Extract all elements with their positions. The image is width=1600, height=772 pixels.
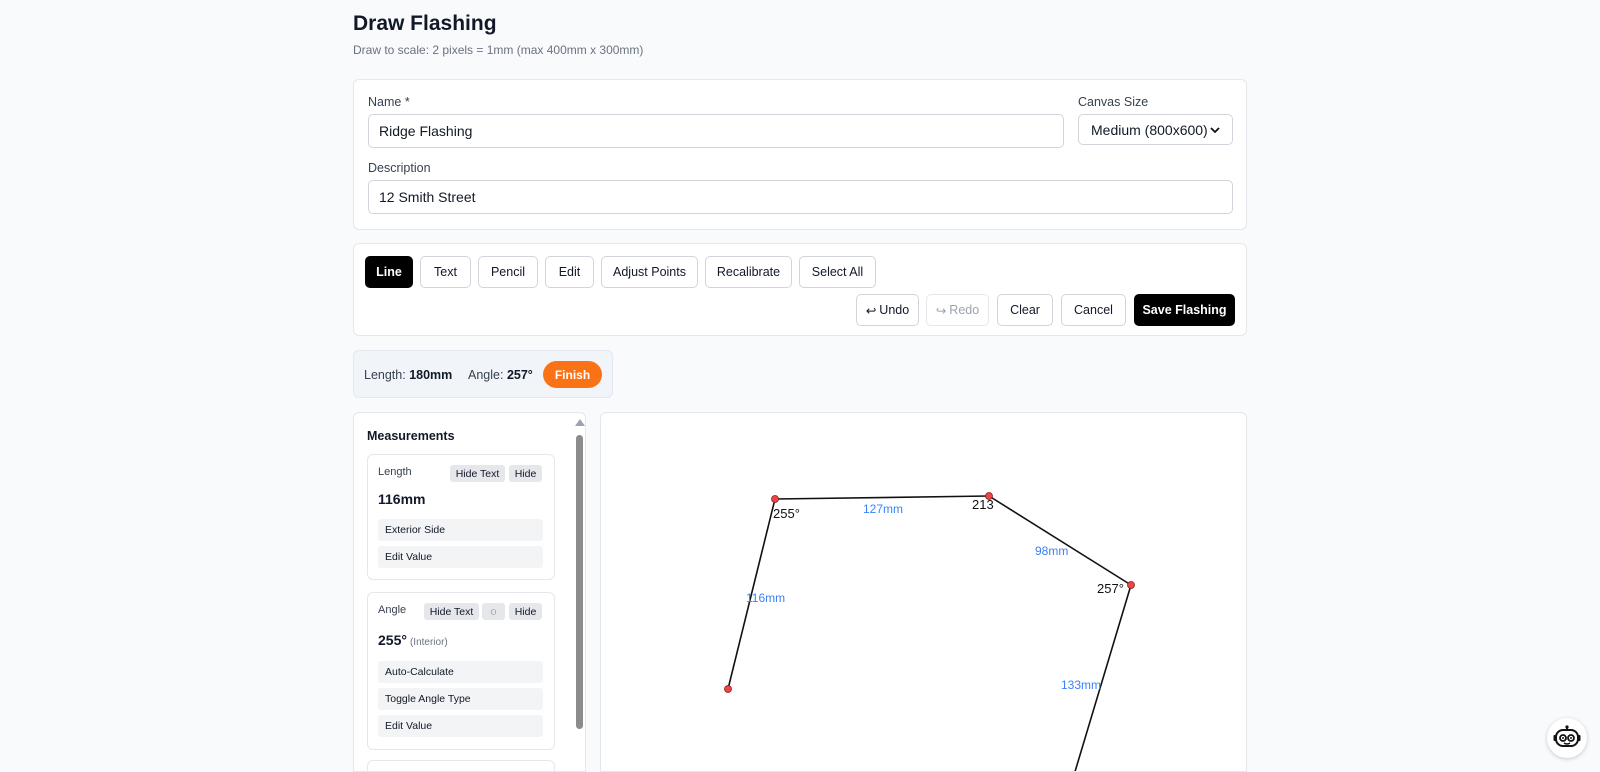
line-points [724,492,1135,693]
segment-3-label[interactable]: 98mm [1035,544,1068,558]
cancel-button[interactable]: Cancel [1061,294,1126,326]
name-label: Name * [368,95,410,109]
angle-labels: 255° 213 257° [773,497,1124,596]
segment-2-label[interactable]: 127mm [863,502,903,516]
measurements-panel: Measurements Length Hide Text Hide 116mm… [353,412,586,772]
description-label: Description [368,161,431,175]
undo-button[interactable]: ↩ Undo [856,294,919,326]
point-1[interactable] [724,685,732,693]
point-4[interactable] [1127,581,1135,589]
undo-label: Undo [879,303,910,317]
point-2[interactable] [771,495,779,503]
redo-icon: ↪ [935,303,947,318]
angle-card-value: 255° [378,632,407,648]
drawing-svg[interactable]: 116mm 127mm 98mm 133mm 255° 213 257° [601,413,1247,772]
angle-hide-text-button[interactable]: Hide Text [424,603,479,620]
angle-status-label: Angle: [468,368,504,382]
redo-label: Redo [949,303,980,317]
segment-4-label[interactable]: 133mm [1061,678,1101,692]
segment-3[interactable] [988,495,1132,586]
exterior-side-button[interactable]: Exterior Side [378,519,543,541]
length-edit-value-button[interactable]: Edit Value [378,546,543,568]
name-input[interactable] [368,114,1064,148]
drawing-canvas[interactable]: 116mm 127mm 98mm 133mm 255° 213 257° [600,412,1247,772]
toolbar-card: Line Text Pencil Edit Adjust Points Reca… [353,243,1247,336]
assistant-bot-button[interactable] [1547,718,1587,758]
canvas-size-value: Medium (800x600) [1091,121,1208,138]
auto-calculate-button[interactable]: Auto-Calculate [378,661,543,683]
page-subtitle: Draw to scale: 2 pixels = 1mm (max 400mm… [353,43,644,57]
page-title: Draw Flashing [353,12,497,35]
tool-select-all-button[interactable]: Select All [799,256,876,288]
canvas-size-select[interactable]: Medium (800x600) [1078,114,1233,145]
finish-button[interactable]: Finish [543,361,602,388]
angle-card-type: (Interior) [409,637,448,648]
angle-card-label: Angle [378,604,407,616]
length-status-value: 180mm [409,368,453,382]
tool-text-button[interactable]: Text [420,256,471,288]
segment-2[interactable] [774,495,990,500]
angle-2-label[interactable]: 213 [972,497,994,512]
angle-card-value-wrap: 255° (Interior) [378,632,448,648]
angle-1-label[interactable]: 255° [773,506,800,521]
length-measurement-card: Length Hide Text Hide 116mm Exterior Sid… [367,454,555,580]
angle-status-value: 257° [506,368,533,382]
tool-pencil-button[interactable]: Pencil [478,256,538,288]
length-labels: 116mm 127mm 98mm 133mm [746,502,1101,692]
length-hide-button[interactable]: Hide [509,465,542,482]
length-status: Length: 180mm [364,368,452,382]
tool-edit-button[interactable]: Edit [545,256,594,288]
line-status-bar: Length: 180mm Angle: 257° Finish [353,350,613,398]
length-hide-text-button[interactable]: Hide Text [450,465,505,482]
undo-icon: ↩ [865,303,877,318]
measurements-scrollbar[interactable] [572,413,585,771]
scrollbar-thumb[interactable] [576,435,583,729]
angle-hide-button[interactable]: Hide [509,603,542,620]
angle-status: Angle: 257° [468,368,533,382]
details-card: Name * Canvas Size Medium (800x600) Desc… [353,79,1247,230]
chevron-down-icon [1210,126,1220,133]
save-flashing-button[interactable]: Save Flashing [1134,294,1235,326]
description-input[interactable] [368,180,1233,214]
tool-adjust-points-button[interactable]: Adjust Points [601,256,698,288]
angle-measurement-card: Angle Hide Text ◌ Hide 255° (Interior) Au… [367,592,555,750]
redo-button[interactable]: ↪ Redo [926,294,989,326]
angle-toggle-icon[interactable]: ◌ [482,603,505,620]
clear-button[interactable]: Clear [997,294,1053,326]
canvas-size-label: Canvas Size [1078,95,1149,109]
tool-line-button[interactable]: Line [365,256,413,288]
flashing-lines [727,495,1132,771]
length-status-label: Length: [364,368,406,382]
measurements-title: Measurements [367,429,455,443]
robot-icon [1553,725,1581,747]
angle-edit-value-button[interactable]: Edit Value [378,715,543,737]
length-card-value: 116mm [378,491,426,507]
length-card-label: Length [378,466,412,478]
next-measurement-card [367,760,555,771]
angle-3-label[interactable]: 257° [1097,581,1124,596]
segment-1-label[interactable]: 116mm [746,591,785,605]
scroll-up-arrow-icon[interactable] [575,419,585,426]
toggle-angle-type-button[interactable]: Toggle Angle Type [378,688,543,710]
tool-recalibrate-button[interactable]: Recalibrate [705,256,792,288]
